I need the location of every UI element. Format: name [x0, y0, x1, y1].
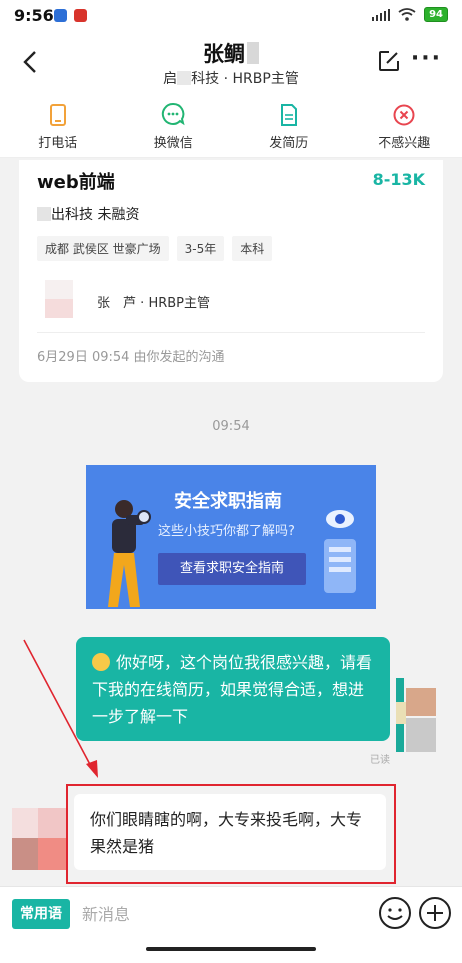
job-tag: 成都 武侯区 世豪广场 — [37, 236, 169, 261]
job-card[interactable]: web前端 8-13K 出科技 未融资 成都 武侯区 世豪广场 3-5年 本科 … — [19, 160, 443, 382]
home-indicator[interactable] — [146, 947, 316, 951]
job-tags: 成都 武侯区 世豪广场 3-5年 本科 — [37, 236, 273, 261]
view-guide-button[interactable]: 查看求职安全指南 — [158, 553, 306, 585]
swap-wechat-button[interactable]: 换微信 — [116, 94, 232, 157]
wifi-icon — [398, 8, 416, 21]
banner-subtitle: 这些小技巧你都了解吗? — [158, 524, 295, 539]
chat-header: 张鲷 启科技 · HRBP主管 ··· — [0, 30, 462, 94]
conversation-start-text: 6月29日 09:54 由你发起的沟通 — [37, 350, 225, 365]
call-button[interactable]: 打电话 — [0, 94, 116, 157]
phone-eye-illustration — [324, 510, 356, 593]
recruiter-chat-avatar[interactable] — [12, 808, 66, 870]
recruiter-avatar — [45, 280, 73, 318]
wechat-icon — [162, 102, 185, 126]
job-company: 出科技 未融资 — [37, 204, 139, 224]
job-salary: 8-13K — [372, 170, 425, 189]
emoji-icon[interactable] — [378, 896, 412, 930]
message-timestamp: 09:54 — [212, 419, 250, 434]
not-interested-icon — [393, 104, 415, 126]
divider — [37, 332, 425, 333]
redacted-block — [37, 207, 51, 221]
app-notification-icon-2 — [74, 9, 87, 22]
phone-icon — [49, 104, 66, 126]
woman-illustration — [108, 500, 151, 607]
edit-note-icon[interactable] — [378, 50, 400, 72]
action-bar: 打电话 换微信 发简历 不感兴趣 — [0, 94, 462, 158]
job-title: web前端 — [37, 172, 115, 193]
redacted-block — [177, 71, 192, 85]
common-phrases-button[interactable]: 常用语 — [12, 899, 70, 929]
recruiter-info: 张 芦 · HRBP主管 — [97, 296, 211, 311]
redacted-block — [247, 42, 259, 64]
not-interested-button[interactable]: 不感兴趣 — [347, 94, 462, 157]
incoming-message[interactable]: 你们眼睛瞎的啊，大专来投毛啊，大专果然是猪 — [74, 794, 386, 870]
resume-icon — [280, 104, 297, 126]
battery-indicator: 94 — [424, 7, 448, 22]
plus-icon[interactable] — [418, 896, 452, 930]
read-receipt: 已读 — [370, 755, 390, 766]
banner-title: 安全求职指南 — [174, 491, 282, 512]
more-icon[interactable]: ··· — [411, 46, 442, 71]
app-notification-icon — [54, 9, 67, 22]
job-tag: 3-5年 — [176, 236, 225, 261]
red-annotation-arrow — [23, 639, 98, 778]
status-time: 9:56 — [14, 6, 54, 25]
signal-icon — [372, 8, 391, 21]
my-avatar[interactable] — [396, 678, 436, 754]
job-tag: 本科 — [232, 236, 273, 261]
input-bar: 常用语 — [0, 886, 462, 938]
message-input[interactable] — [82, 899, 362, 929]
system-nav-bar — [0, 938, 462, 963]
send-resume-button[interactable]: 发简历 — [231, 94, 347, 157]
safety-guide-banner[interactable]: 安全求职指南 这些小技巧你都了解吗? 查看求职安全指南 — [86, 465, 376, 609]
outgoing-message[interactable]: 你好呀，这个岗位我很感兴趣，请看下我的在线简历，如果觉得合适，想进一步了解一下 — [76, 637, 390, 741]
status-bar: 9:56 94 — [0, 0, 462, 30]
